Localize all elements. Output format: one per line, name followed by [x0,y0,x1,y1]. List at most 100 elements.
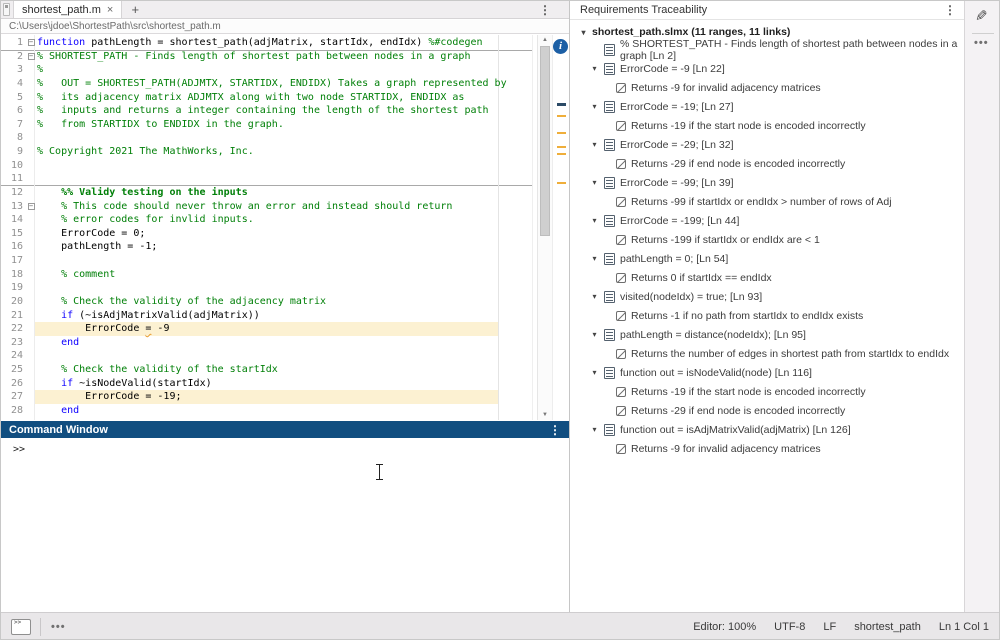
requirement-link-row[interactable]: Returns -9 for invalid adjacency matrice… [570,439,964,458]
collapse-arrow-icon[interactable]: ▾ [590,368,599,377]
requirements-menu-icon[interactable]: ⋮ [944,4,956,16]
code-line[interactable]: 1−function pathLength = shortest_path(ad… [1,36,537,50]
requirement-link-row[interactable]: Returns -9 for invalid adjacency matrice… [570,78,964,97]
tab-close-icon[interactable]: × [107,4,113,16]
code-line[interactable]: 11 [1,172,537,186]
collapse-arrow-icon[interactable]: ▾ [590,292,599,301]
code-line[interactable]: 21 if (~isAdjMatrixValid(adjMatrix)) [1,309,537,323]
code-line[interactable]: 2−% SHORTEST_PATH - Finds length of shor… [1,50,537,64]
collapse-arrow-icon[interactable]: ▾ [579,28,588,37]
requirement-link-row[interactable]: Returns -19 if the start node is encoded… [570,382,964,401]
fold-gutter: − [25,50,37,64]
scroll-up-icon[interactable]: ▲ [542,37,548,43]
warning-indicator-mark[interactable] [557,146,566,148]
requirement-range-row[interactable]: % SHORTEST_PATH - Finds length of shorte… [570,40,964,59]
code-line[interactable]: 7% from STARTIDX to ENDIDX in the graph. [1,118,537,132]
collapse-arrow-icon[interactable]: ▾ [590,102,599,111]
code-line[interactable]: 27 ErrorCode = -19; [1,390,537,404]
warning-indicator-mark[interactable] [557,153,566,155]
scroll-down-icon[interactable]: ▼ [542,412,548,418]
code-line[interactable]: 19 [1,281,537,295]
code-line[interactable]: 24 [1,349,537,363]
requirement-link-row[interactable]: Returns 0 if startIdx == endIdx [570,268,964,287]
code-analyzer-info-icon[interactable]: i [553,39,568,54]
code-line[interactable]: 8 [1,131,537,145]
code-line[interactable]: 15 ErrorCode = 0; [1,227,537,241]
code-line[interactable]: 25 % Check the validity of the startIdx [1,363,537,377]
collapse-arrow-icon[interactable]: ▾ [590,216,599,225]
scrollbar-thumb[interactable] [540,46,550,236]
requirement-range-row[interactable]: ▾pathLength = distance(nodeIdx); [Ln 95] [570,325,964,344]
collapse-arrow-icon[interactable]: ▾ [590,178,599,187]
requirement-link-row[interactable]: Returns -1 if no path from startIdx to e… [570,306,964,325]
status-cursor-position[interactable]: Ln 1 Col 1 [939,621,989,633]
code-line[interactable]: 3% [1,63,537,77]
requirement-range-row[interactable]: ▾function out = isAdjMatrixValid(adjMatr… [570,420,964,439]
trace-indicator-mark[interactable] [557,103,566,106]
code-editor[interactable]: 1−function pathLength = shortest_path(ad… [1,35,569,421]
command-window-panel-icon[interactable]: >> [11,619,31,635]
requirement-range-row[interactable]: ▾ErrorCode = -9 [Ln 22] [570,59,964,78]
code-line[interactable]: 18 % comment [1,268,537,282]
tab-shortest-path[interactable]: shortest_path.m × [13,1,122,18]
status-encoding[interactable]: UTF-8 [774,621,805,633]
collapse-arrow-icon[interactable]: ▾ [590,254,599,263]
requirement-range-row[interactable]: ▾ErrorCode = -199; [Ln 44] [570,211,964,230]
requirement-link-row[interactable]: Returns -29 if end node is encoded incor… [570,401,964,420]
collapse-arrow-icon[interactable]: ▾ [590,425,599,434]
warning-indicator-mark[interactable] [557,132,566,134]
status-zoom[interactable]: Editor: 100% [693,621,756,633]
requirement-link-row[interactable]: Returns the number of edges in shortest … [570,344,964,363]
code-line[interactable]: 26 if ~isNodeValid(startIdx) [1,377,537,391]
requirement-link-row[interactable]: Returns -29 if end node is encoded incor… [570,154,964,173]
code-text: function pathLength = shortest_path(adjM… [37,37,483,48]
requirements-pen-icon[interactable]: ✎ [975,7,988,25]
code-line[interactable]: 5% its adjacency matrix ADJMTX along wit… [1,91,537,105]
warning-indicator-mark[interactable] [557,182,566,184]
new-tab-button[interactable]: + [122,1,148,18]
command-window-menu-icon[interactable]: ⋮ [549,424,561,436]
requirement-link-row[interactable]: Returns -19 if the start node is encoded… [570,116,964,135]
document-strip-icon[interactable] [3,3,10,16]
code-line[interactable]: 12 %% Validy testing on the inputs [1,186,537,200]
code-fold-icon[interactable]: − [28,203,35,210]
collapse-arrow-icon[interactable]: ▾ [590,64,599,73]
code-line[interactable]: 14 % error codes for invlid inputs. [1,213,537,227]
code-fold-icon[interactable]: − [28,39,35,46]
code-line[interactable]: 17 [1,254,537,268]
code-text: % Check the validity of the adjacency ma… [37,296,326,307]
requirement-link-row[interactable]: Returns -199 if startIdx or endIdx are <… [570,230,964,249]
code-line[interactable]: 28 end [1,404,537,418]
code-line[interactable]: 13− % This code should never throw an er… [1,200,537,214]
requirement-range-row[interactable]: ▾ErrorCode = -19; [Ln 27] [570,97,964,116]
command-window-header[interactable]: Command Window ⋮ [1,421,569,438]
requirement-range-row[interactable]: ▾ErrorCode = -99; [Ln 39] [570,173,964,192]
code-line[interactable]: 16 pathLength = -1; [1,240,537,254]
editor-scrollbar[interactable]: ▲ ▼ [537,35,552,420]
requirement-link-icon [616,235,626,245]
requirement-link-row[interactable]: Returns -99 if startIdx or endIdx > numb… [570,192,964,211]
collapse-arrow-icon[interactable]: ▾ [590,330,599,339]
code-line[interactable]: 9% Copyright 2021 The MathWorks, Inc. [1,145,537,159]
code-fold-icon[interactable]: − [28,53,35,60]
panel-bar-more-icon[interactable]: ••• [41,621,76,633]
code-line[interactable]: 20 % Check the validity of the adjacency… [1,295,537,309]
code-line[interactable]: 22 ErrorCode = -9 [1,322,537,336]
code-line[interactable]: 4% OUT = SHORTEST_PATH(ADJMTX, STARTIDX,… [1,77,537,91]
toolbar-more-icon[interactable]: ••• [974,37,989,49]
editor-menu-icon[interactable]: ⋮ [539,4,551,16]
status-function-name[interactable]: shortest_path [854,621,921,633]
requirement-range-row[interactable]: ▾function out = isNodeValid(node) [Ln 11… [570,363,964,382]
command-window[interactable]: >> [1,438,569,612]
requirement-range-row[interactable]: ▾visited(nodeIdx) = true; [Ln 93] [570,287,964,306]
line-number: 16 [1,240,25,254]
file-path-breadcrumb[interactable]: C:\Users\jdoe\ShortestPath\src\shortest_… [1,20,569,34]
code-line[interactable]: 23 end [1,336,537,350]
code-line[interactable]: 6% inputs and returns a integer containi… [1,104,537,118]
requirement-range-row[interactable]: ▾pathLength = 0; [Ln 54] [570,249,964,268]
requirement-range-row[interactable]: ▾ErrorCode = -29; [Ln 32] [570,135,964,154]
collapse-arrow-icon[interactable]: ▾ [590,140,599,149]
warning-indicator-mark[interactable] [557,115,566,117]
status-eol[interactable]: LF [823,621,836,633]
code-line[interactable]: 10 [1,159,537,173]
